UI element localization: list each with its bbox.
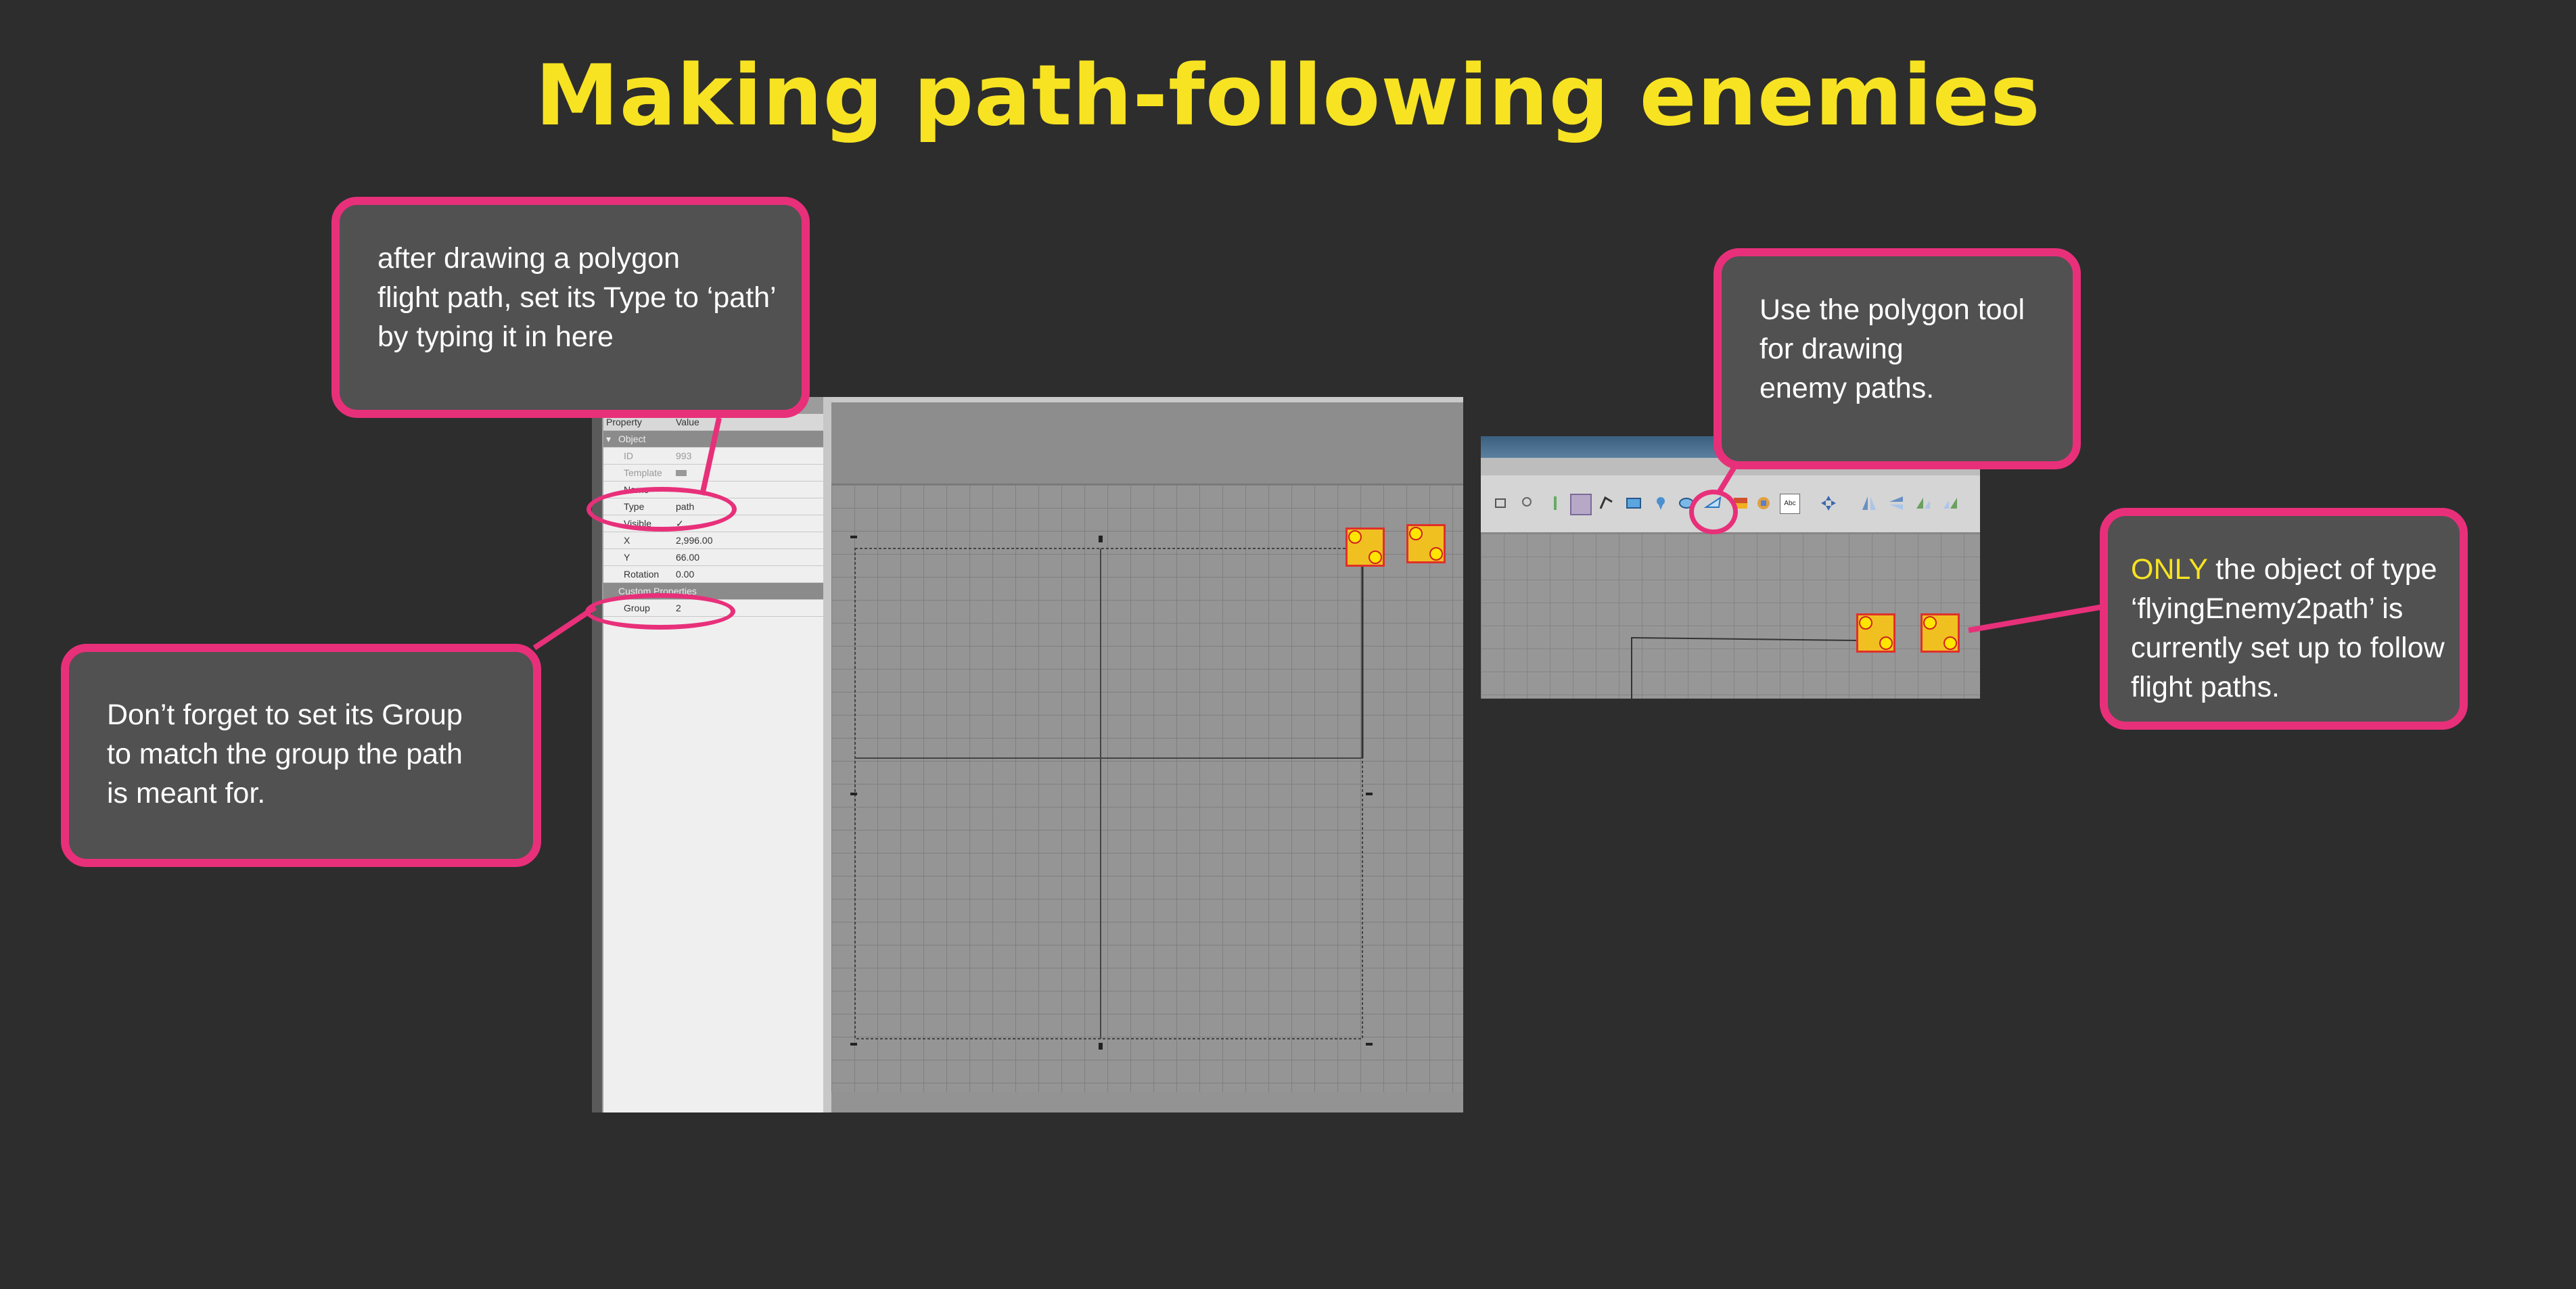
callout-line: enemy paths. [1760,372,1935,404]
callout-type-hint: after drawing a polygon flight path, set… [331,197,810,418]
callout-line: Don’t forget to set its Group [107,699,463,731]
callout-line: for drawing [1760,333,1904,365]
callout-group-hint: Don’t forget to set its Group to match t… [61,644,541,867]
callout-text: the object of type [2207,553,2437,586]
polygon-tool-highlight-ring [1689,490,1738,534]
callout-line: flight paths. [2131,671,2280,703]
callout-line: flight path, set its Type to ‘path’ [377,281,777,314]
callout-line: to match the group the path [107,738,463,770]
callout-line: after drawing a polygon [377,242,681,275]
callout-line: ONLY the object of type [2131,550,2446,589]
type-highlight-ring [586,487,737,532]
callout-line: by typing it in here [377,321,614,353]
callout-line: Use the polygon tool [1760,294,2025,326]
only-highlight: ONLY [2131,553,2208,586]
callout-line: is meant for. [107,777,266,810]
callout-line: currently set up to follow [2131,632,2445,664]
callout-polygon-hint: Use the polygon tool for drawing enemy p… [1714,248,2081,469]
callout-line: ‘flyingEnemy2path’ is [2131,592,2404,625]
callout-only-hint: ONLY the object of type ‘flyingEnemy2pat… [2100,508,2468,730]
group-highlight-ring [585,593,735,630]
